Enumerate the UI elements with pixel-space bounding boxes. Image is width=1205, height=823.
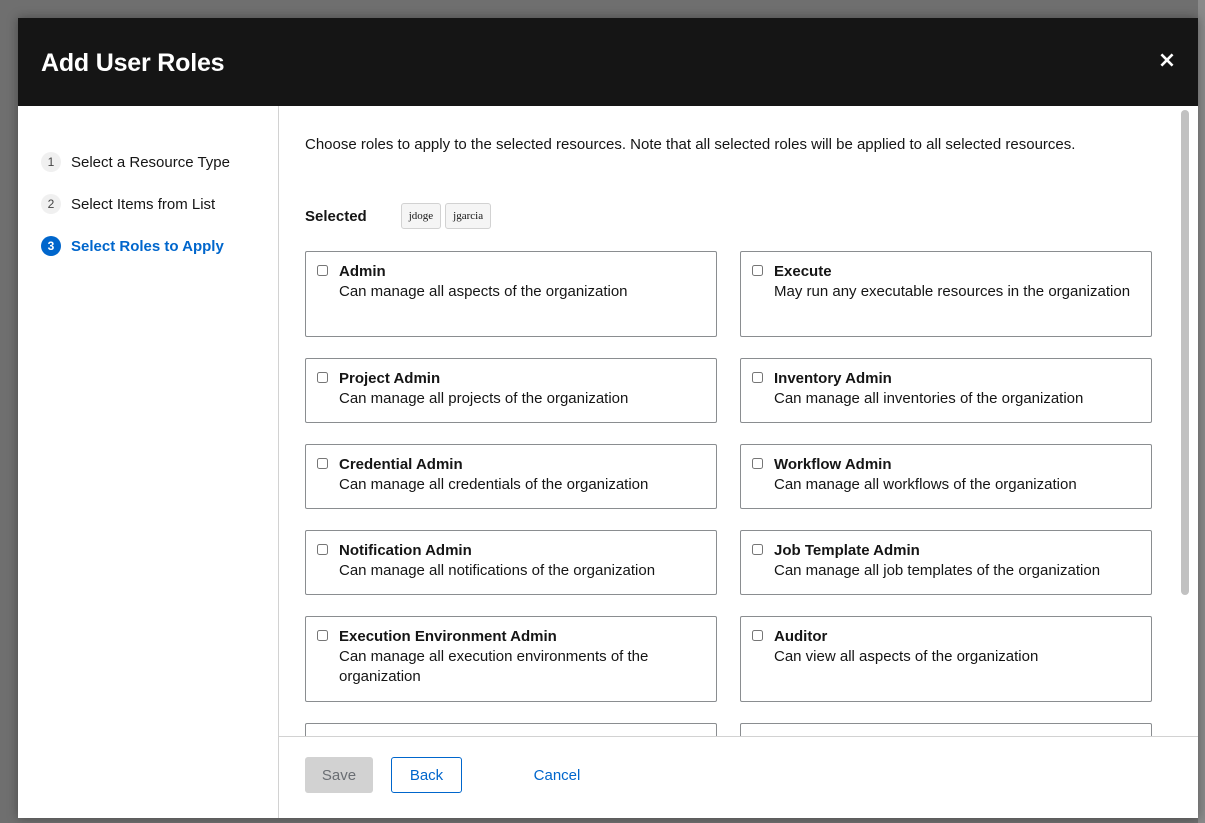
page-backdrop-edge xyxy=(1198,0,1205,823)
role-name: Execute xyxy=(774,263,832,280)
role-name: Admin xyxy=(339,263,386,280)
step-number: 3 xyxy=(41,236,61,256)
checkbox-icon[interactable] xyxy=(752,630,763,641)
role-description: Can manage all workflows of the organiza… xyxy=(774,476,1077,493)
checkbox-icon[interactable] xyxy=(752,265,763,276)
add-user-roles-modal: Add User Roles × 1 Select a Resource Typ… xyxy=(18,18,1198,818)
wizard-step-select-items[interactable]: 2 Select Items from List xyxy=(41,192,215,216)
role-card-partial[interactable] xyxy=(305,723,717,736)
role-card-admin[interactable]: Admin Can manage all aspects of the orga… xyxy=(305,251,717,337)
checkbox-icon[interactable] xyxy=(317,372,328,383)
wizard-content: Choose roles to apply to the selected re… xyxy=(279,106,1198,736)
checkbox-icon[interactable] xyxy=(752,544,763,555)
role-name: Workflow Admin xyxy=(774,456,892,473)
role-card-workflow-admin[interactable]: Workflow Admin Can manage all workflows … xyxy=(740,444,1152,509)
save-button[interactable]: Save xyxy=(305,757,373,793)
role-description: Can manage all notifications of the orga… xyxy=(339,562,656,579)
role-name: Credential Admin xyxy=(339,456,463,473)
selected-label: Selected xyxy=(305,207,367,225)
role-name: Auditor xyxy=(774,628,828,645)
step-number: 1 xyxy=(41,152,61,172)
role-card-execution-environment-admin[interactable]: Execution Environment Admin Can manage a… xyxy=(305,616,717,702)
role-description: May run any executable resources in the … xyxy=(774,283,1131,300)
wizard-step-resource-type[interactable]: 1 Select a Resource Type xyxy=(41,150,230,174)
content-scrollbar[interactable] xyxy=(1181,110,1189,595)
cancel-button[interactable]: Cancel xyxy=(517,757,597,793)
role-name: Job Template Admin xyxy=(774,542,920,559)
role-description: Can manage all projects of the organizat… xyxy=(339,390,629,407)
checkbox-icon[interactable] xyxy=(317,265,328,276)
role-description: Can manage all credentials of the organi… xyxy=(339,476,649,493)
role-name: Execution Environment Admin xyxy=(339,628,557,645)
role-card-execute[interactable]: Execute May run any executable resources… xyxy=(740,251,1152,337)
role-name: Project Admin xyxy=(339,370,441,387)
checkbox-icon[interactable] xyxy=(317,458,328,469)
wizard-nav: 1 Select a Resource Type 2 Select Items … xyxy=(18,106,279,818)
close-button[interactable]: × xyxy=(1154,48,1180,74)
role-card-auditor[interactable]: Auditor Can view all aspects of the orga… xyxy=(740,616,1152,702)
role-name: Notification Admin xyxy=(339,542,472,559)
modal-title: Add User Roles xyxy=(41,49,225,77)
selected-chip: jdoge xyxy=(400,203,442,229)
checkbox-icon[interactable] xyxy=(752,372,763,383)
role-description: Can manage all execution environments of… xyxy=(339,648,649,685)
role-description: Can manage all aspects of the organizati… xyxy=(339,283,628,300)
role-card-partial[interactable] xyxy=(740,723,1152,736)
step-number: 2 xyxy=(41,194,61,214)
role-card-inventory-admin[interactable]: Inventory Admin Can manage all inventori… xyxy=(740,358,1152,423)
wizard-step-select-roles[interactable]: 3 Select Roles to Apply xyxy=(41,234,224,258)
role-description: Can manage all inventories of the organi… xyxy=(774,390,1084,407)
selected-chip: jgarcia xyxy=(445,203,492,229)
close-icon: × xyxy=(1157,48,1177,73)
step-label: Select Roles to Apply xyxy=(71,237,224,255)
roles-description: Choose roles to apply to the selected re… xyxy=(305,136,1076,153)
wizard-footer: Save Back Cancel xyxy=(279,736,1198,818)
back-button[interactable]: Back xyxy=(391,757,462,793)
checkbox-icon[interactable] xyxy=(752,458,763,469)
role-card-notification-admin[interactable]: Notification Admin Can manage all notifi… xyxy=(305,530,717,595)
step-label: Select Items from List xyxy=(71,195,216,213)
role-description: Can view all aspects of the organization xyxy=(774,648,1039,665)
role-description: Can manage all job templates of the orga… xyxy=(774,562,1101,579)
selected-items: Selected jdoge jgarcia xyxy=(305,203,495,229)
step-label: Select a Resource Type xyxy=(71,153,230,171)
checkbox-icon[interactable] xyxy=(317,544,328,555)
role-card-job-template-admin[interactable]: Job Template Admin Can manage all job te… xyxy=(740,530,1152,595)
checkbox-icon[interactable] xyxy=(317,630,328,641)
modal-header: Add User Roles × xyxy=(18,18,1198,106)
role-card-project-admin[interactable]: Project Admin Can manage all projects of… xyxy=(305,358,717,423)
role-name: Inventory Admin xyxy=(774,370,892,387)
role-card-credential-admin[interactable]: Credential Admin Can manage all credenti… xyxy=(305,444,717,509)
